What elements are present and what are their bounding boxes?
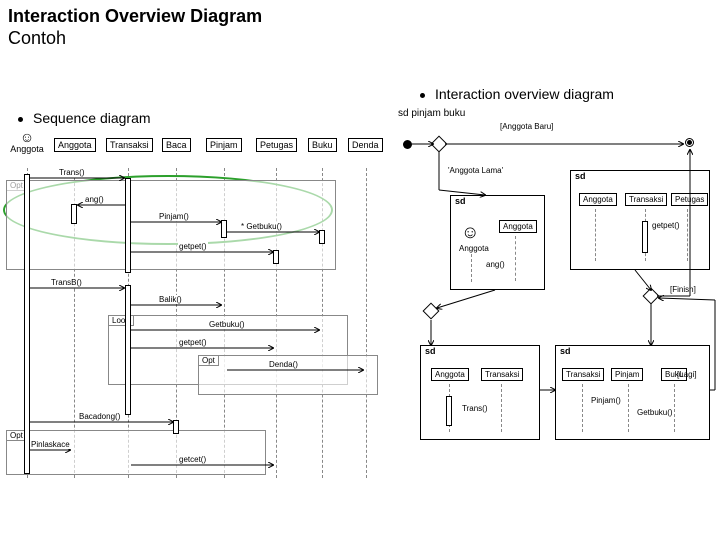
msg-getpet2: getpet() — [178, 338, 208, 347]
final-node — [685, 138, 694, 147]
msg-bacadong: Bacadong() — [78, 412, 121, 421]
lifeline-denda: Denda — [348, 138, 383, 152]
lifeline-baca: Baca — [162, 138, 191, 152]
merge-1 — [423, 303, 440, 320]
msg-getpet: getpet() — [178, 242, 208, 251]
bullet-left: Sequence diagram — [18, 110, 151, 126]
sequence-diagram: ☺Anggota Anggota Transaksi Baca Pinjam P… — [8, 130, 388, 510]
guard-anggota-baru: [Anggota Baru] — [500, 122, 553, 131]
msg-pinlaskace: Pinlaskace — [30, 440, 71, 449]
page-subtitle: Contoh — [8, 28, 66, 49]
decision-2 — [643, 288, 660, 305]
sd-frame-b: sd Anggota Transaksi Petugas getpet() — [570, 170, 710, 270]
lifeline-pinjam: Pinjam — [206, 138, 242, 152]
msg-getcet: getcet() — [178, 455, 207, 464]
frame-title: sd pinjam buku — [398, 108, 465, 119]
guard-anggota-lama: 'Anggota Lama' — [448, 166, 503, 175]
lifeline-anggota: Anggota — [54, 138, 96, 152]
page-title: Interaction Overview Diagram — [8, 6, 262, 27]
fragment-opt-2: Opt — [198, 355, 219, 366]
sd-frame-d: sd Transaksi Pinjam Buku Pinjam() Getbuk… — [555, 345, 710, 440]
guard-finish: [Finish] — [670, 285, 696, 294]
msg-ang: ang() — [84, 195, 105, 204]
msg-denda: Denda() — [268, 360, 299, 369]
bullet-right: Interaction overview diagram — [420, 86, 614, 102]
msg-pinjam: Pinjam() — [158, 212, 190, 221]
msg-trans: Trans() — [58, 168, 85, 177]
sd-frame-a: sd ☺ Anggota Anggota ang() — [450, 195, 545, 290]
msg-balik: Balik() — [158, 295, 183, 304]
msg-getbuku2: Getbuku() — [208, 320, 246, 329]
initial-node — [403, 140, 412, 149]
lifeline-buku: Buku — [308, 138, 337, 152]
msg-getbuku: * Getbuku() — [240, 222, 283, 231]
lifeline-petugas: Petugas — [256, 138, 297, 152]
lifeline-transaksi: Transaksi — [106, 138, 153, 152]
lifeline-actor: ☺Anggota — [10, 130, 44, 154]
msg-transb: TransB() — [50, 278, 83, 287]
sd-frame-c: sd Anggota Transaksi Trans() — [420, 345, 540, 440]
guard-lagi: [Lagi] — [677, 370, 697, 379]
decision-1 — [431, 136, 448, 153]
interaction-overview: sd pinjam buku [Anggota Baru] 'Anggota L… — [395, 130, 715, 510]
